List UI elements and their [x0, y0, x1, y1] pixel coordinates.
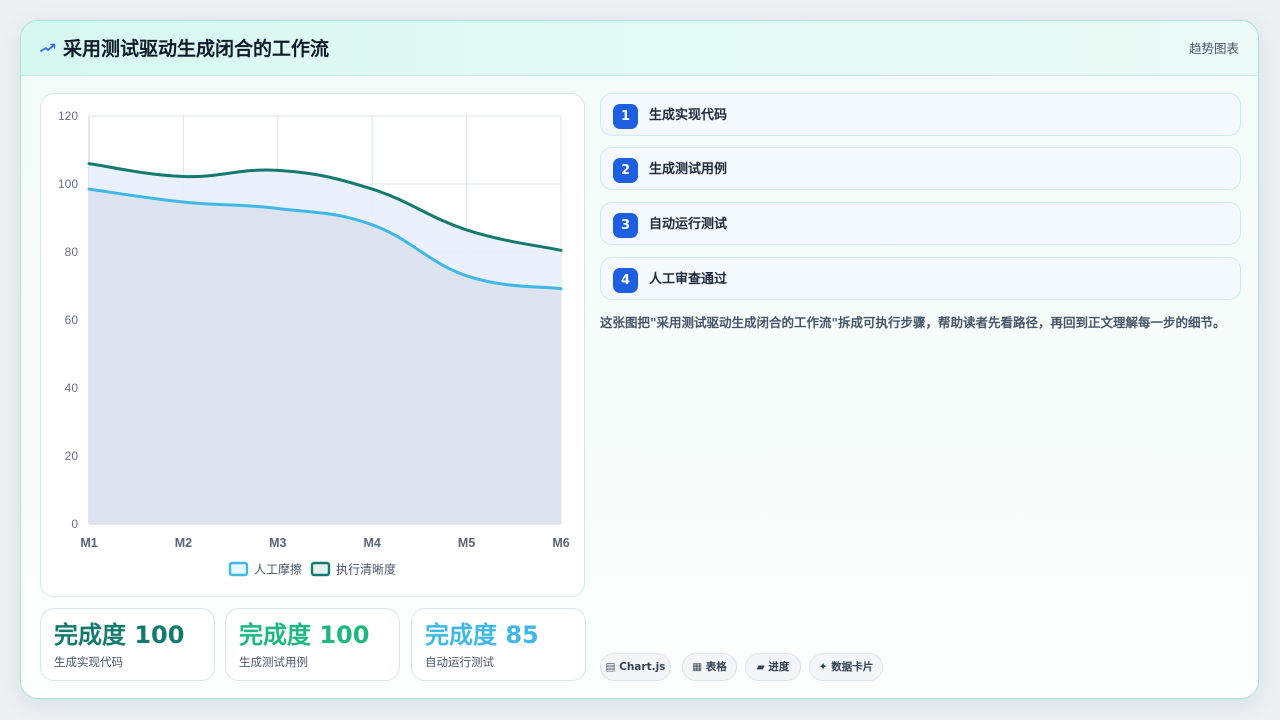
- legend-swatch: [310, 561, 331, 577]
- x-tick-label: M5: [458, 536, 475, 550]
- y-tick-label: 0: [71, 517, 78, 531]
- chip-progress[interactable]: ▰ 进度: [745, 653, 801, 681]
- stat-value: 完成度 100: [54, 621, 185, 649]
- y-tick-label: 80: [65, 245, 79, 259]
- stat-label: 生成测试用例: [239, 655, 308, 669]
- chip-data-card[interactable]: ✦ 数据卡片: [809, 653, 883, 681]
- chart-panel: 0 20 40 60 80 100 120 M1 M2 M3 M4 M5 M6 人工摩擦 执行清晰度: [40, 93, 585, 597]
- stat-card-3: 完成度 85 自动运行测试: [411, 608, 586, 681]
- progress-icon: ▰: [756, 661, 765, 673]
- stat-card-2: 完成度 100 生成测试用例: [225, 608, 400, 681]
- page-title: 采用测试驱动生成闭合的工作流: [63, 38, 330, 60]
- chip-label: 数据卡片: [831, 661, 874, 673]
- y-tick-label: 20: [65, 449, 79, 463]
- chip-label: 表格: [705, 661, 727, 673]
- chip-chartjs[interactable]: ▤ Chart.js: [600, 653, 671, 681]
- step-label: 人工审查通过: [649, 272, 728, 287]
- table-icon: ▦: [692, 661, 703, 673]
- stat-label: 生成实现代码: [54, 655, 123, 669]
- stat-card-1: 完成度 100 生成实现代码: [40, 608, 215, 681]
- x-tick-label: M4: [364, 536, 381, 550]
- chip-label: 进度: [768, 661, 790, 673]
- x-tick-label: M6: [552, 536, 569, 550]
- y-tick-label: 100: [58, 177, 78, 191]
- step-item-2[interactable]: 2 生成测试用例: [600, 147, 1241, 190]
- step-item-1[interactable]: 1 生成实现代码: [600, 93, 1241, 136]
- card-header: 采用测试驱动生成闭合的工作流 趋势图表: [21, 21, 1258, 76]
- y-tick-label: 120: [58, 109, 78, 123]
- stat-label: 自动运行测试: [425, 655, 494, 669]
- trend-spark-icon: [40, 43, 56, 52]
- chart-legend: 人工摩擦 执行清晰度: [228, 561, 396, 577]
- x-tick-label: M2: [175, 536, 192, 550]
- x-tick-label: M1: [80, 536, 97, 550]
- legend-label: 执行清晰度: [336, 562, 396, 577]
- chart-type-tag: 趋势图表: [1188, 41, 1239, 56]
- workflow-card: 采用测试驱动生成闭合的工作流 趋势图表 0 20 40 60 80 100 120 M1 M2 M…: [20, 20, 1259, 699]
- y-tick-label: 40: [65, 381, 79, 395]
- stat-value: 完成度 85: [425, 621, 539, 649]
- chip-label: Chart.js: [619, 661, 666, 673]
- step-item-3[interactable]: 3 自动运行测试: [600, 202, 1241, 245]
- step-number-badge: 1: [613, 104, 638, 129]
- y-tick-label: 60: [65, 313, 79, 327]
- step-number-badge: 2: [613, 158, 638, 183]
- chart-description: 这张图把"采用测试驱动生成闭合的工作流"拆成可执行步骤，帮助读者先看路径，再回到…: [600, 315, 1226, 330]
- x-tick-label: M3: [269, 536, 286, 550]
- chart-icon: ▤: [605, 661, 616, 673]
- area-fills: [89, 163, 561, 524]
- trend-chart: 0 20 40 60 80 100 120 M1 M2 M3 M4 M5 M6 人工摩擦 执行清晰度: [58, 109, 570, 577]
- step-label: 生成实现代码: [649, 108, 728, 123]
- step-number-badge: 3: [613, 213, 638, 238]
- chip-table[interactable]: ▦ 表格: [682, 653, 737, 681]
- step-label: 自动运行测试: [649, 217, 728, 232]
- step-number-badge: 4: [613, 268, 638, 293]
- legend-label: 人工摩擦: [254, 562, 302, 577]
- legend-swatch: [228, 561, 249, 577]
- stat-value: 完成度 100: [239, 621, 370, 649]
- step-item-4[interactable]: 4 人工审查通过: [600, 257, 1241, 300]
- sparkle-icon: ✦: [818, 661, 828, 673]
- step-label: 生成测试用例: [649, 162, 728, 177]
